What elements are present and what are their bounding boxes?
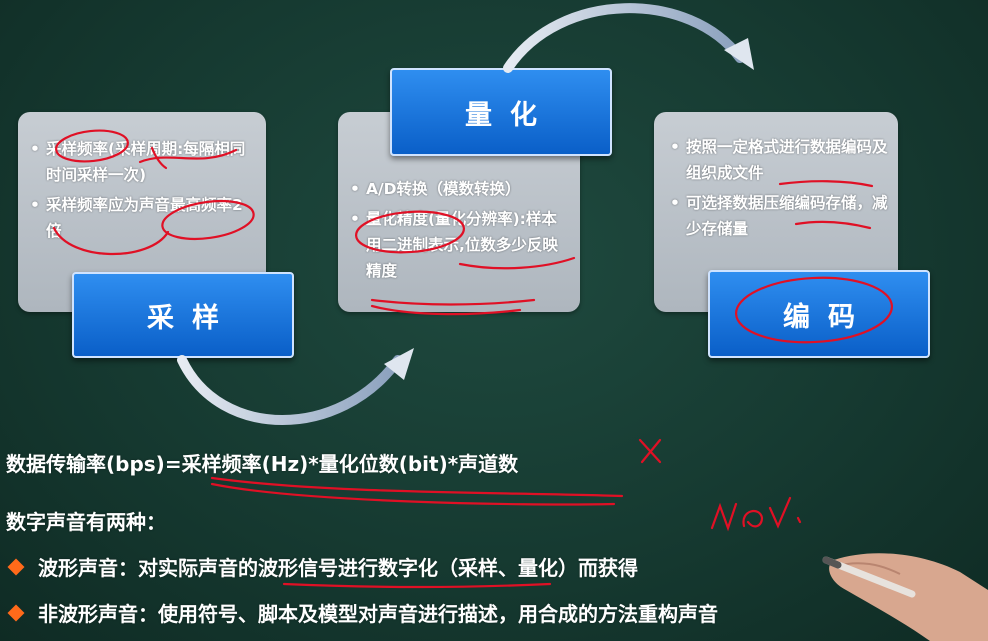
sampling-label-box: 采样 <box>72 272 294 358</box>
sampling-bullet-2: 采样频率应为声音最高频率2倍 <box>28 192 256 244</box>
quantization-bullet-1: A/D转换（模数转换） <box>348 176 570 202</box>
quantization-label-box: 量化 <box>390 68 612 156</box>
type-row-nonwaveform: 非波形声音：使用符号、脚本及模型对声音进行描述，用合成的方法重构声音 <box>7 598 718 627</box>
encoding-label-box: 编码 <box>708 270 930 358</box>
types-heading: 数字声音有两种： <box>6 510 166 534</box>
type-nonwaveform-text: 非波形声音：使用符号、脚本及模型对声音进行描述，用合成的方法重构声音 <box>38 602 718 626</box>
encoding-bullet-2: 可选择数据压缩编码存储，减少存储量 <box>668 190 888 242</box>
encoding-bullet-1: 按照一定格式进行数据编码及组织成文件 <box>668 134 888 186</box>
arrow-sampling-to-quantization-icon <box>177 348 414 425</box>
arrow-quantization-to-encoding-icon <box>503 3 754 73</box>
encoding-bullet-list: 按照一定格式进行数据编码及组织成文件 可选择数据压缩编码存储，减少存储量 <box>654 112 898 242</box>
presenter-hand-icon <box>822 553 988 641</box>
sampling-bullet-list: 采样频率(采样周期:每隔相同时间采样一次) 采样频率应为声音最高频率2倍 <box>18 112 266 244</box>
type-row-waveform: 波形声音：对实际声音的波形信号进行数字化（采样、量化）而获得 <box>7 552 638 581</box>
orange-diamond-bullet-icon <box>7 604 25 621</box>
orange-diamond-bullet-icon <box>7 558 25 575</box>
sampling-bullet-1: 采样频率(采样周期:每隔相同时间采样一次) <box>28 136 256 188</box>
quantization-bullet-2: 量化精度(量化分辨率):样本用二进制表示,位数多少反映精度 <box>348 206 570 284</box>
formula-text: 数据传输率(bps)=采样频率(Hz)*量化位数(bit)*声道数 <box>6 452 519 476</box>
type-waveform-text: 波形声音：对实际声音的波形信号进行数字化（采样、量化）而获得 <box>38 556 638 580</box>
